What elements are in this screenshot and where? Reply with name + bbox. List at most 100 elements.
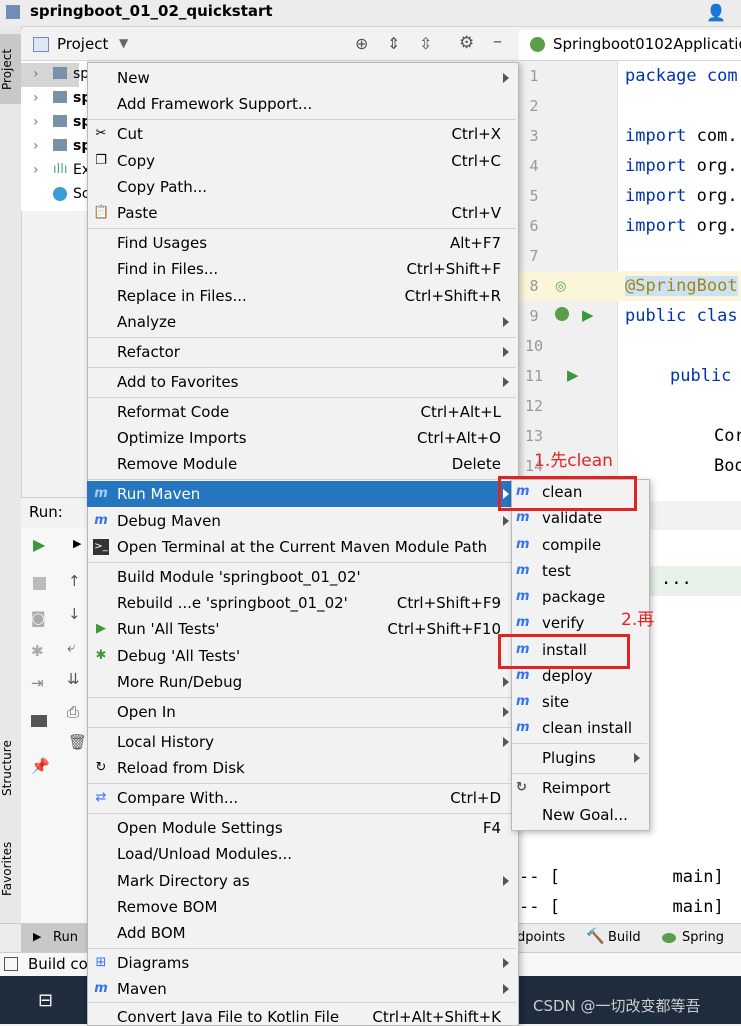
expand-all-icon[interactable]: ⇕	[387, 34, 400, 53]
menu-item-local-history[interactable]: Local History	[87, 729, 517, 755]
up-arrow-icon[interactable]: ↑	[68, 572, 81, 590]
submenu-arrow-icon	[503, 73, 509, 83]
tree-row[interactable]: › ıllı Ex	[21, 159, 90, 183]
console-line: -- [ main]	[519, 897, 724, 917]
layout-icon[interactable]	[31, 715, 47, 727]
menu-item-reload-from-disk[interactable]: ↻ Reload from Disk	[87, 755, 517, 781]
spring-bean-icon[interactable]: ◎	[555, 279, 566, 294]
menu-item-debug-maven[interactable]: m Debug Maven	[87, 508, 517, 534]
chevron-down-icon[interactable]: ▼	[119, 36, 128, 50]
gear-icon[interactable]: ⚙	[459, 33, 474, 53]
console-tab-icon[interactable]: ▶	[73, 537, 81, 550]
exit-icon[interactable]: ⇥	[31, 674, 44, 692]
menu-item-compare-with[interactable]: ⇄ Compare With... Ctrl+D	[87, 785, 517, 811]
tab-project[interactable]: Project	[0, 34, 21, 104]
menu-separator	[88, 337, 516, 338]
menu-item-new[interactable]: New	[87, 65, 517, 91]
tree-row[interactable]: Sc	[21, 183, 90, 207]
spring-boot-icon[interactable]	[555, 307, 569, 321]
menu-separator	[88, 562, 516, 563]
menu-item-copy[interactable]: ❐ Copy Ctrl+C	[87, 148, 517, 174]
wrap-icon[interactable]: ⤶	[67, 638, 75, 656]
menu-item-optimize-imports[interactable]: Optimize Imports Ctrl+Alt+O	[87, 425, 517, 451]
menu-item-open-in[interactable]: Open In	[87, 699, 517, 725]
menu-item-find-usages[interactable]: Find Usages Alt+F7	[87, 230, 517, 256]
maven-plugins[interactable]: Plugins	[511, 745, 648, 771]
tab-build[interactable]: Build	[608, 930, 641, 945]
maven-goal-icon: m	[516, 510, 530, 525]
menu-item-replace-in-files[interactable]: Replace in Files... Ctrl+Shift+R	[87, 283, 517, 309]
run-gutter-icon[interactable]: ▶	[567, 366, 579, 384]
menu-item-reformat-code[interactable]: Reformat Code Ctrl+Alt+L	[87, 399, 517, 425]
menu-item-cut[interactable]: ✂ Cut Ctrl+X	[87, 121, 517, 147]
menu-item-build-module[interactable]: Build Module 'springboot_01_02'	[87, 564, 517, 590]
tree-row[interactable]: › sp	[21, 63, 89, 87]
tab-spring[interactable]: Spring	[682, 930, 724, 945]
menu-separator	[88, 119, 516, 120]
maven-goal-test[interactable]: m test	[511, 558, 648, 584]
menu-item-diagrams[interactable]: ⊞ Diagrams	[87, 950, 517, 976]
submenu-arrow-icon	[503, 317, 509, 327]
menu-item-more-run-debug[interactable]: More Run/Debug	[87, 669, 517, 695]
rerun-icon[interactable]: ▶	[33, 535, 45, 554]
menu-item-maven[interactable]: m Maven	[87, 976, 517, 1002]
maven-new-goal[interactable]: New Goal...	[511, 802, 648, 828]
maven-goal-site[interactable]: m site	[511, 689, 648, 715]
tree-row[interactable]: › sp	[21, 111, 91, 135]
module-icon	[53, 139, 67, 151]
down-arrow-icon[interactable]: ↓	[68, 605, 81, 623]
pin-icon[interactable]: 📌	[31, 757, 50, 775]
locate-icon[interactable]: ⊕	[355, 34, 368, 53]
run-gutter-icon[interactable]: ▶	[582, 306, 594, 324]
user-icon[interactable]: 👤	[706, 3, 726, 22]
menu-item-add-framework-support[interactable]: Add Framework Support...	[87, 91, 517, 117]
maven-goal-icon: m	[516, 720, 530, 735]
left-tool-strip: Project Structure Favorites	[0, 26, 22, 956]
menu-item-debug-all-tests[interactable]: ✱ Debug 'All Tests'	[87, 643, 517, 669]
hammer-icon: 🔨	[586, 927, 605, 945]
menu-item-mark-directory-as[interactable]: Mark Directory as	[87, 868, 517, 894]
project-tree: › sp › sp › sp › sp › ıllı Ex Sc	[21, 61, 91, 211]
menu-item-run-all-tests[interactable]: ▶ Run 'All Tests' Ctrl+Shift+F10	[87, 616, 517, 642]
menu-item-open-terminal[interactable]: >_ Open Terminal at the Current Maven Mod…	[87, 534, 517, 560]
tab-structure[interactable]: Structure	[0, 726, 21, 811]
tab-endpoints[interactable]: dpoints	[517, 930, 565, 945]
collapse-all-icon[interactable]: ⇳	[419, 34, 432, 53]
menu-item-paste[interactable]: 📋 Paste Ctrl+V	[87, 200, 517, 226]
menu-item-convert-to-kotlin[interactable]: Convert Java File to Kotlin File Ctrl+Alt…	[87, 1004, 517, 1024]
line-number: 10	[524, 337, 544, 355]
taskbar-app-icon[interactable]: ⊟	[38, 990, 53, 1011]
menu-item-remove-module[interactable]: Remove Module Delete	[87, 451, 517, 477]
line-number: 2	[529, 97, 539, 115]
menu-item-analyze[interactable]: Analyze	[87, 309, 517, 335]
menu-item-load-unload-modules[interactable]: Load/Unload Modules...	[87, 841, 517, 867]
menu-item-add-bom[interactable]: Add BOM	[87, 920, 517, 946]
menu-item-find-in-files[interactable]: Find in Files... Ctrl+Shift+F	[87, 256, 517, 282]
menu-item-rebuild-module[interactable]: Rebuild ...e 'springboot_01_02' Ctrl+Shif…	[87, 590, 517, 616]
stop-icon[interactable]	[33, 577, 46, 590]
menu-item-copy-path[interactable]: Copy Path...	[87, 174, 517, 200]
tree-row[interactable]: › sp	[21, 135, 91, 159]
maven-reimport[interactable]: ↻ Reimport	[511, 775, 648, 801]
maven-goal-clean-install[interactable]: m clean install	[511, 715, 648, 741]
tab-favorites[interactable]: Favorites	[0, 826, 21, 911]
debug-icon[interactable]: ✱	[31, 642, 44, 660]
editor-tab[interactable]: Springboot0102Applicatio	[519, 30, 741, 60]
hide-icon[interactable]: –	[493, 31, 502, 52]
project-panel-title[interactable]: Project	[57, 35, 108, 53]
menu-item-refactor[interactable]: Refactor	[87, 339, 517, 365]
line-number: 6	[529, 217, 539, 235]
trash-icon[interactable]: 🗑	[68, 733, 87, 751]
tree-row[interactable]: › sp	[21, 87, 91, 111]
menu-item-add-to-favorites[interactable]: Add to Favorites	[87, 369, 517, 395]
menu-item-run-maven[interactable]: m Run Maven	[87, 481, 517, 507]
camera-icon[interactable]: ◙	[31, 609, 46, 627]
reload-icon: ↻	[95, 760, 107, 775]
menu-item-open-module-settings[interactable]: Open Module Settings F4	[87, 815, 517, 841]
maven-goal-compile[interactable]: m compile	[511, 532, 648, 558]
tab-run[interactable]: ▶ Run	[21, 924, 87, 954]
submenu-arrow-icon	[503, 377, 509, 387]
menu-item-remove-bom[interactable]: Remove BOM	[87, 894, 517, 920]
print-icon[interactable]: ⎙	[67, 703, 79, 721]
scroll-end-icon[interactable]: ⇊	[67, 670, 80, 688]
